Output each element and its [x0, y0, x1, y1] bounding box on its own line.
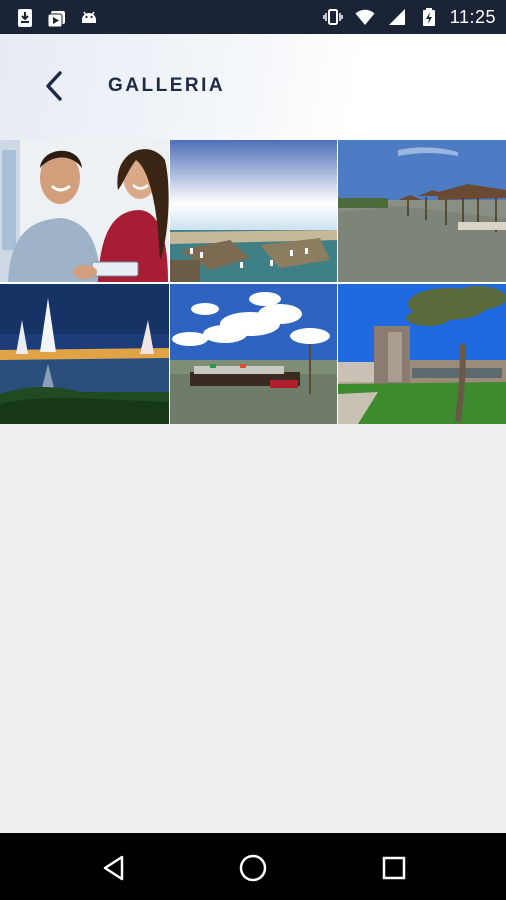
wifi-icon [354, 6, 376, 28]
navigation-bar [0, 833, 506, 900]
gallery-photo-building[interactable] [338, 284, 506, 424]
back-triangle-icon[interactable] [97, 851, 131, 885]
status-bar: 11:25 [0, 0, 506, 34]
signal-icon [386, 6, 408, 28]
gallery-photo-harbor[interactable] [170, 140, 337, 282]
media-play-icon [46, 7, 68, 29]
download-icon [14, 7, 36, 29]
gallery-photo-riverboat[interactable] [170, 284, 337, 424]
battery-icon [418, 6, 440, 28]
clock: 11:25 [449, 6, 496, 27]
home-circle-icon[interactable] [236, 851, 270, 885]
recents-square-icon[interactable] [377, 851, 411, 885]
gallery-photo-sailboats[interactable] [0, 284, 169, 424]
gallery-photo-lagoon[interactable] [338, 140, 506, 282]
photo-gallery [0, 140, 506, 424]
vibrate-icon [322, 6, 344, 28]
gallery-photo-couple[interactable] [0, 140, 169, 282]
app-header: GALLERIA [0, 34, 506, 141]
page-title: GALLERIA [108, 75, 226, 96]
back-button[interactable] [34, 64, 74, 108]
chevron-left-icon [46, 71, 62, 101]
android-icon [78, 7, 100, 29]
